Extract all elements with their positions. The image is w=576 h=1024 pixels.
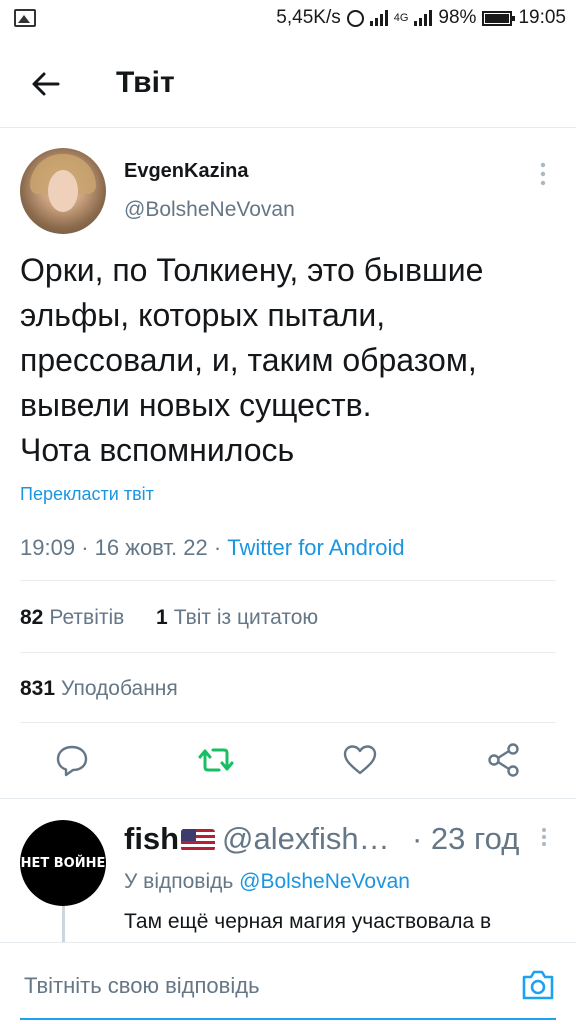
author-display-name[interactable]: EvgenKazina (124, 160, 248, 183)
reply-text: Там ещё черная магия участвовала в (124, 910, 492, 933)
battery-icon (482, 10, 516, 26)
meta-separator: · (213, 535, 228, 560)
camera-icon[interactable] (520, 967, 556, 1003)
reply-display-name[interactable]: fish (124, 821, 216, 857)
reply-to-mention[interactable]: @BolsheNeVovan (239, 870, 410, 893)
meta-separator: · (81, 535, 95, 560)
tweet-meta: 19:09 · 16 жовт. 22 · Twitter for Androi… (20, 535, 405, 561)
share-icon[interactable] (484, 740, 524, 780)
reply-author-avatar[interactable]: НЕТ ВОЙНЕ (20, 820, 106, 906)
network-type: 4G (393, 12, 409, 24)
retweet-stats-row: 82 Ретвітів 1 Твіт із цитатою (20, 606, 318, 630)
back-arrow-icon[interactable] (26, 64, 66, 104)
divider (20, 580, 556, 581)
us-flag-icon (181, 829, 216, 851)
likes-count: 831 (20, 677, 56, 700)
tweet-time: 19:09 (20, 535, 76, 560)
compose-reply-bar[interactable]: Твітніть свою відповідь (0, 942, 576, 1024)
battery-percent: 98% (438, 7, 477, 28)
reply-to-label: У відповідь (124, 870, 234, 893)
retweets-label: Ретвітів (49, 606, 125, 629)
reply-time: · 23 год (412, 821, 520, 856)
thread-line (62, 906, 65, 946)
likes-stats-row[interactable]: 831 Уподобання (20, 677, 178, 701)
author-handle[interactable]: @BolsheNeVovan (124, 198, 295, 222)
retweet-icon[interactable] (196, 740, 236, 780)
author-avatar[interactable] (20, 148, 106, 234)
avatar-face (48, 170, 78, 212)
compose-reply-input[interactable]: Твітніть свою відповідь (24, 973, 260, 999)
section-divider (0, 798, 576, 799)
reply-icon[interactable] (52, 740, 92, 780)
tweet-date: 16 жовт. 22 (94, 535, 208, 560)
tweet-actions (0, 740, 576, 788)
tweet-text: Орки, по Толкиену, это бывшие эльфы, кот… (20, 252, 484, 468)
reply-display-name-text: fish (124, 821, 180, 856)
reply-to-line: У відповідь @BolsheNeVovan (124, 870, 410, 894)
translate-tweet-link[interactable]: Перекласти твіт (20, 484, 154, 505)
network-speed: 5,45K/s (276, 7, 341, 28)
alarm-icon (346, 9, 364, 27)
retweets-stat[interactable]: 82 Ретвітів (20, 606, 124, 629)
divider (20, 652, 556, 653)
page-title: Твіт (116, 66, 175, 99)
status-bar: 5,45K/s 4G 98% 19:05 (0, 0, 576, 40)
tweet-source-link[interactable]: Twitter for Android (227, 535, 404, 560)
top-app-bar: Твіт (0, 40, 576, 128)
clock: 19:05 (518, 7, 566, 28)
divider (20, 722, 556, 723)
reply-avatar-text: НЕТ ВОЙНЕ (20, 855, 106, 871)
likes-label: Уподобання (61, 677, 178, 700)
retweets-count: 82 (20, 606, 44, 629)
reply-handle[interactable]: @alexfish… (222, 821, 390, 857)
image-notification-icon (14, 9, 36, 27)
reply-more-options-icon[interactable] (538, 826, 550, 848)
signal-icon (369, 10, 388, 26)
signal-icon-2 (414, 10, 433, 26)
quotes-stat[interactable]: 1 Твіт із цитатою (156, 606, 318, 629)
more-options-icon[interactable] (536, 160, 550, 188)
compose-underline (20, 1018, 556, 1020)
quotes-count: 1 (156, 606, 168, 629)
heart-icon[interactable] (340, 740, 380, 780)
quotes-label: Твіт із цитатою (173, 606, 319, 629)
status-indicators: 5,45K/s 4G 98% 19:05 (276, 7, 566, 29)
